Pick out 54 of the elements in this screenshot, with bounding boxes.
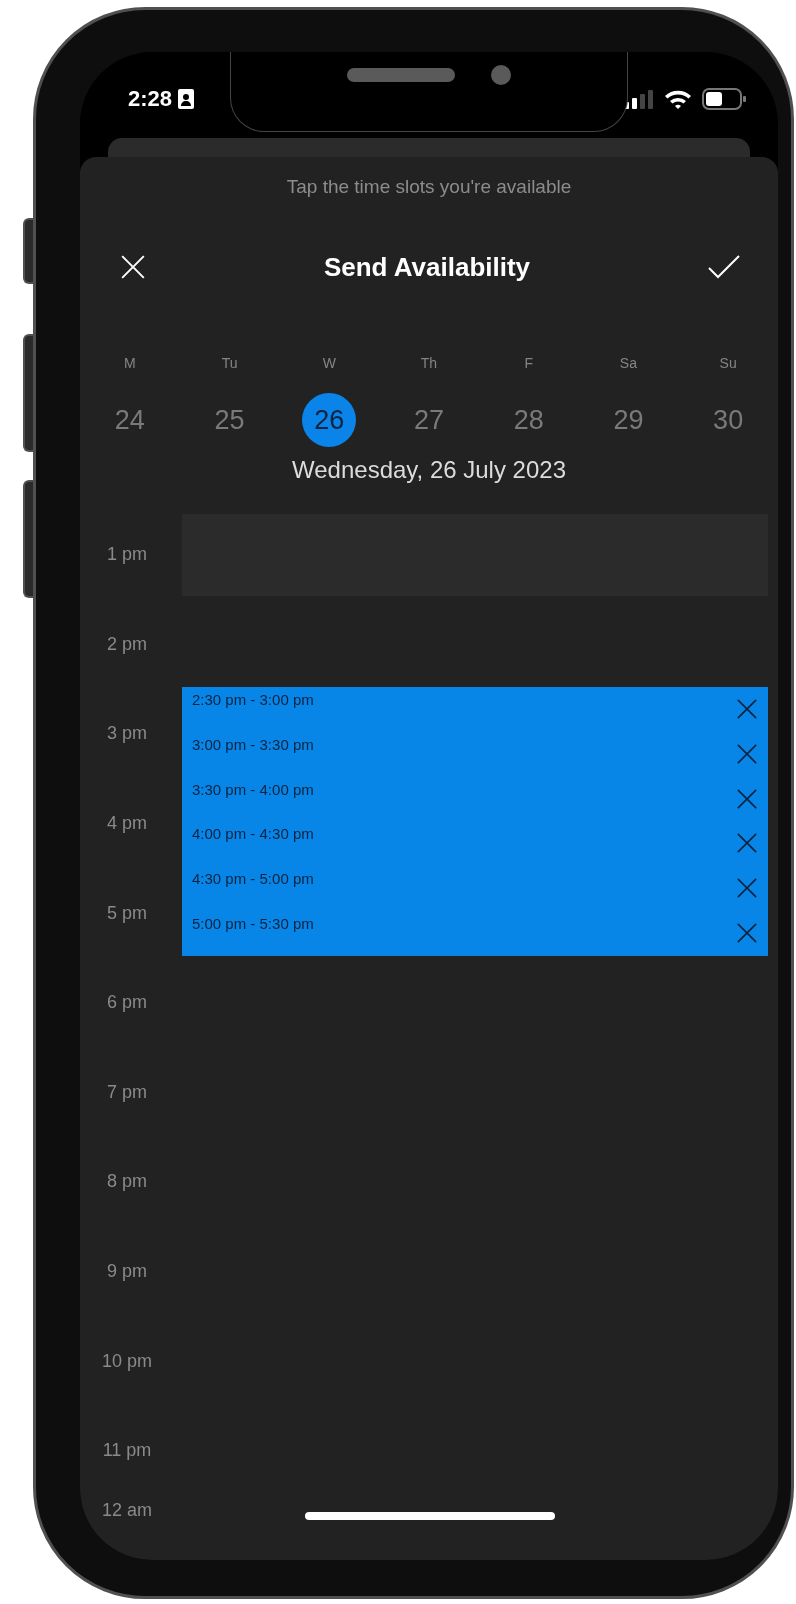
close-icon — [736, 742, 758, 765]
hint-text: Tap the time slots you're available — [285, 175, 573, 199]
date-button[interactable]: 28 — [501, 393, 556, 447]
hour-label: 7 pm — [106, 1081, 148, 1103]
close-icon — [736, 787, 758, 810]
slot-time: 5:00 pm - 5:30 pm — [192, 914, 314, 934]
remove-slot-button[interactable] — [736, 832, 758, 855]
weekday-label: Sa — [619, 354, 637, 373]
date-button[interactable]: 29 — [601, 393, 656, 447]
battery-icon — [702, 88, 746, 110]
remove-slot-button[interactable] — [736, 787, 758, 810]
close-icon — [736, 922, 758, 944]
hour-label: 12 am — [101, 1500, 153, 1522]
hour-label: 8 pm — [106, 1171, 148, 1193]
hour-label: 3 pm — [106, 723, 148, 745]
camera — [491, 65, 511, 85]
hour-label: 6 pm — [106, 992, 148, 1014]
close-icon — [736, 832, 758, 855]
slot-time: 3:00 pm - 3:30 pm — [192, 734, 314, 755]
date-button[interactable]: 27 — [402, 393, 456, 447]
status-time: 2:28 — [128, 86, 173, 112]
hour-label: 11 pm — [101, 1440, 153, 1462]
close-icon — [736, 698, 758, 720]
date-button[interactable]: 25 — [202, 393, 257, 447]
slot-time: 4:00 pm - 4:30 pm — [192, 824, 314, 845]
weekday-label: M — [124, 354, 136, 373]
id-card-icon — [178, 89, 195, 109]
checkmark-icon — [708, 254, 740, 280]
hour-label: 9 pm — [106, 1261, 148, 1283]
weekday-label: F — [524, 354, 533, 373]
remove-slot-button[interactable] — [736, 698, 758, 720]
hour-label: 10 pm — [101, 1350, 153, 1372]
hour-label: 2 pm — [106, 633, 148, 655]
date-button[interactable]: 24 — [102, 393, 157, 447]
slot-time: 3:30 pm - 4:00 pm — [192, 779, 314, 800]
sheet-title: Send Availability — [323, 251, 531, 283]
close-icon — [736, 877, 758, 900]
remove-slot-button[interactable] — [736, 742, 758, 765]
selected-date: Wednesday, 26 July 2023 — [291, 456, 567, 484]
weekday-label: W — [322, 354, 336, 373]
hour-label: 4 pm — [106, 813, 148, 835]
close-icon — [120, 254, 146, 280]
weekday-label: Tu — [221, 354, 238, 373]
remove-slot-button[interactable] — [736, 922, 758, 944]
slot-time: 2:30 pm - 3:00 pm — [192, 690, 314, 710]
date-button[interactable]: 26 — [302, 393, 357, 447]
wifi-icon — [664, 89, 692, 109]
hour-label: 5 pm — [106, 902, 148, 924]
remove-slot-button[interactable] — [736, 877, 758, 900]
hour-label: 1 pm — [106, 544, 148, 566]
slot-time: 4:30 pm - 5:00 pm — [192, 869, 314, 890]
weekday-label: Th — [420, 354, 438, 373]
date-button[interactable]: 30 — [701, 393, 756, 447]
weekday-label: Su — [719, 354, 737, 373]
